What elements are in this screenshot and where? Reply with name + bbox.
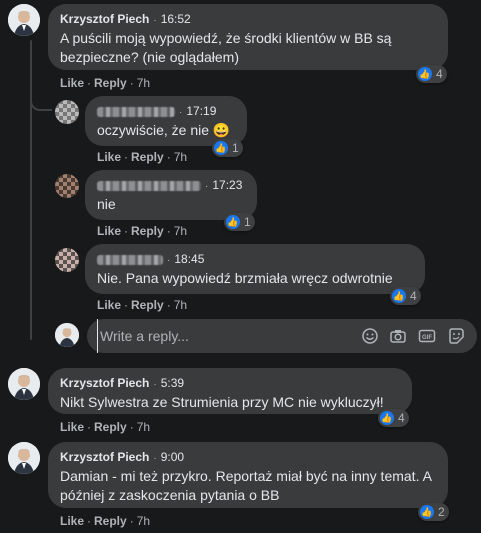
comment-actions: Like · Reply · 7h (97, 150, 188, 164)
avatar[interactable] (8, 368, 40, 400)
like-button[interactable]: Like (60, 514, 84, 528)
comment-actions: Like · Reply · 7h (60, 76, 151, 90)
current-user-avatar (55, 323, 79, 347)
comment-time[interactable]: 16:52 (161, 12, 191, 26)
comment-time[interactable]: 17:19 (186, 104, 216, 118)
redacted-author (97, 180, 201, 191)
thread-line (30, 40, 32, 340)
avatar[interactable] (8, 442, 40, 474)
camera-icon[interactable] (389, 327, 407, 345)
comment-author[interactable]: Krzysztof Piech (60, 450, 149, 464)
comment-author[interactable]: Krzysztof Piech (60, 12, 149, 26)
comment-time[interactable]: 17:23 (212, 178, 242, 192)
reaction-count[interactable]: 👍 4 (390, 287, 421, 305)
comment-age[interactable]: 7h (137, 514, 150, 528)
reaction-count[interactable]: 👍 4 (378, 409, 409, 427)
like-button[interactable]: Like (60, 76, 84, 90)
comment-age[interactable]: 7h (174, 150, 187, 164)
comment-bubble: Krzysztof Piech · 5:39 Nikt Sylwestra ze S… (48, 368, 412, 414)
like-icon: 👍 (420, 505, 434, 519)
comment-text: nie (97, 196, 116, 212)
comment-age[interactable]: 7h (137, 76, 150, 90)
gif-icon[interactable]: GIF (418, 327, 436, 345)
reply-button[interactable]: Reply (94, 514, 127, 528)
avatar[interactable] (55, 100, 79, 124)
comment-time[interactable]: 18:45 (174, 252, 204, 266)
reaction-count[interactable]: 👍 1 (212, 139, 243, 157)
comment-bubble: Krzysztof Piech · 16:52 A puścili moją wyp… (48, 4, 448, 70)
comment-actions: Like · Reply · 7h (60, 420, 151, 434)
avatar[interactable] (55, 248, 79, 272)
like-icon: 👍 (226, 215, 240, 229)
comment-text: Nikt Sylwestra ze Strumienia przy MC nie… (60, 394, 384, 410)
reply-button[interactable]: Reply (131, 150, 164, 164)
avatar[interactable] (55, 174, 79, 198)
comment-text: Nie. Pana wypowiedź brzmiała wręcz odwro… (97, 270, 393, 286)
redacted-author (97, 254, 163, 265)
reply-button[interactable]: Reply (131, 224, 164, 238)
comment-age[interactable]: 7h (174, 298, 187, 312)
comment-bubble: Krzysztof Piech · 9:00 Damian - mi też prz… (48, 442, 448, 508)
svg-text:GIF: GIF (422, 335, 432, 341)
redacted-author (97, 106, 175, 117)
reply-button[interactable]: Reply (131, 298, 164, 312)
comment-time[interactable]: 5:39 (161, 376, 184, 390)
reaction-count[interactable]: 👍 2 (418, 503, 449, 521)
comment-actions: Like · Reply · 7h (60, 514, 151, 528)
comment-actions: Like · Reply · 7h (97, 224, 188, 238)
emoji-icon[interactable] (361, 327, 379, 345)
reaction-count[interactable]: 👍 1 (224, 213, 255, 231)
comment-text: oczywiście, że nie 😀 (97, 122, 231, 138)
reply-button[interactable]: Reply (94, 420, 127, 434)
like-icon: 👍 (380, 411, 394, 425)
reaction-count[interactable]: 👍 4 (416, 65, 447, 83)
avatar[interactable] (8, 4, 40, 36)
comment-actions: Like · Reply · 7h (97, 298, 188, 312)
like-button[interactable]: Like (97, 150, 121, 164)
comment-age[interactable]: 7h (137, 420, 150, 434)
like-button[interactable]: Like (97, 224, 121, 238)
comment-text: A puścili moją wypowiedź, że środki klie… (60, 30, 392, 65)
like-icon: 👍 (214, 141, 228, 155)
reply-composer[interactable]: Write a reply... GIF (87, 319, 477, 353)
thread-connector (30, 95, 52, 111)
like-button[interactable]: Like (97, 298, 121, 312)
sticker-icon[interactable] (447, 327, 465, 345)
comment-time[interactable]: 9:00 (161, 450, 184, 464)
like-button[interactable]: Like (60, 420, 84, 434)
comment-age[interactable]: 7h (174, 224, 187, 238)
like-icon: 👍 (418, 67, 432, 81)
comment-bubble: · 18:45 Nie. Pana wypowiedź brzmiała wręc… (85, 244, 425, 294)
reply-input[interactable]: Write a reply... (97, 319, 189, 353)
like-icon: 👍 (392, 289, 406, 303)
comment-text: Damian - mi też przykro. Reportaż miał b… (60, 468, 432, 503)
comment-author[interactable]: Krzysztof Piech (60, 376, 149, 390)
reply-button[interactable]: Reply (94, 76, 127, 90)
